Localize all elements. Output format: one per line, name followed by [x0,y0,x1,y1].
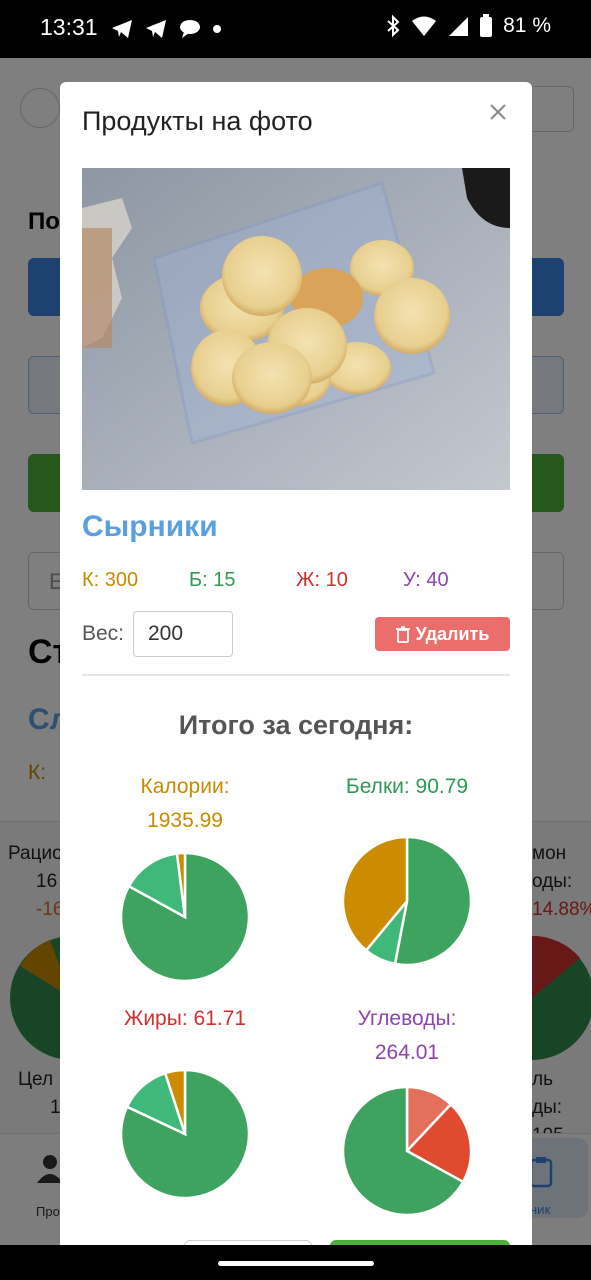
protein-total-line1: Белки: 90.79 [345,775,469,798]
home-handle[interactable] [218,1261,374,1266]
product-calories: К: 300 [82,569,139,591]
carbs-total-line2: 264.01 [374,1041,440,1064]
delete-button-label: Удалить [415,623,490,644]
divider [82,674,510,676]
chat-icon [180,20,200,38]
delete-button[interactable]: Удалить [375,617,510,651]
signal-icon [449,17,469,36]
carbs-total-label: Углеводы: 264.01 [322,1002,492,1070]
product-protein: Б: 15 [189,569,236,591]
status-bar: 13:31 81 % [0,0,591,58]
battery-percent: 81 % [503,14,551,37]
status-time: 13:31 [40,14,98,40]
notification-icons [110,18,222,40]
totals-title: Итого за сегодня: [178,710,414,740]
protein-total-label: Белки: 90.79 [322,770,492,804]
product-name: Сырники [82,510,218,543]
telegram-icon [112,20,132,38]
telegram-icon [146,20,166,38]
system-icons: 81 % [385,14,551,38]
carbs-total-line1: Углеводы: [357,1007,457,1030]
calories-pie-chart [120,852,250,982]
carbs-pie-chart [342,1086,472,1216]
wifi-icon [412,16,437,36]
calories-total-label: Калории: 1935.99 [100,770,270,838]
dot-icon [213,25,221,33]
fat-total-line1: Жиры: 61.71 [123,1007,247,1030]
bluetooth-icon [387,15,400,37]
fat-total-label: Жиры: 61.71 [100,1002,270,1036]
trash-icon [395,625,410,643]
products-modal: Продукты на фото Сырники К: 300 Б: 15 Ж:… [60,82,532,1245]
calories-total-line2: 1935.99 [147,809,223,832]
battery-icon [480,14,493,37]
weight-label: Вес: [82,622,125,645]
calories-total-line1: Калории: [140,775,230,798]
protein-pie-chart [342,836,472,966]
close-icon[interactable] [486,100,510,124]
product-carbs: У: 40 [403,569,449,591]
modal-title: Продукты на фото [82,106,313,136]
food-photo [82,168,510,490]
product-fat: Ж: 10 [296,569,348,591]
fat-pie-chart [120,1069,250,1199]
weight-input[interactable] [133,611,233,657]
